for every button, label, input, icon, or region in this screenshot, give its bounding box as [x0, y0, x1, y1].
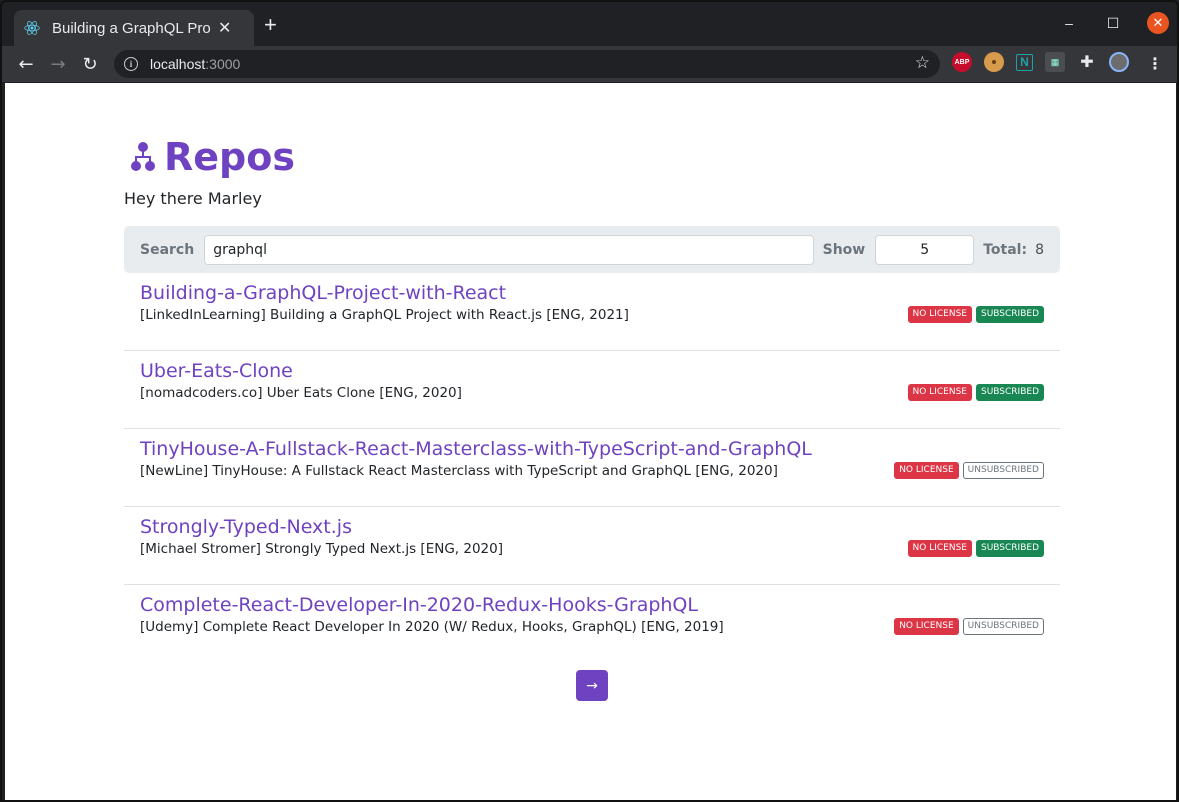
license-badge: NO LICENSE [907, 540, 972, 557]
repo-badges: NO LICENSE UNSUBSCRIBED [894, 462, 1044, 479]
react-icon [24, 20, 40, 36]
show-label: Show [822, 241, 866, 258]
browser-menu-icon[interactable]: ⋮ [1147, 54, 1163, 73]
total-count: 8 [1035, 241, 1044, 258]
license-badge: NO LICENSE [907, 306, 972, 323]
tab-strip: Building a GraphQL Proje ✕ + – ☐ ✕ [2, 2, 1177, 46]
search-input[interactable] [204, 234, 814, 265]
profile-avatar[interactable] [1109, 52, 1129, 72]
list-item: Uber-Eats-Clone [nomadcoders.co] Uber Ea… [124, 351, 1060, 429]
url-port: :3000 [205, 56, 241, 72]
browser-tab[interactable]: Building a GraphQL Proje ✕ [14, 10, 254, 46]
subscription-badge: UNSUBSCRIBED [962, 618, 1044, 635]
license-badge: NO LICENSE [907, 384, 972, 401]
adblock-extension-icon[interactable]: ABP [952, 52, 972, 72]
search-bar: Search Show Total: 8 [124, 226, 1060, 273]
cookie-extension-icon[interactable] [984, 52, 1004, 72]
search-label: Search [140, 241, 195, 258]
show-count-input[interactable] [875, 234, 975, 265]
browser-window: Building a GraphQL Proje ✕ + – ☐ ✕ ← → ↻… [0, 0, 1179, 802]
window-controls: – ☐ ✕ [1059, 12, 1169, 34]
page-header: Repos [130, 135, 295, 179]
list-item: Complete-React-Developer-In-2020-Redux-H… [124, 585, 1060, 663]
repo-link[interactable]: Uber-Eats-Clone [140, 359, 1044, 383]
repo-badges: NO LICENSE UNSUBSCRIBED [894, 618, 1044, 635]
sitemap-icon [130, 141, 156, 173]
window-close-icon[interactable]: ✕ [1147, 12, 1169, 34]
address-bar[interactable]: i localhost :3000 ☆ [114, 50, 940, 78]
back-arrow-icon[interactable]: ← [10, 48, 42, 80]
license-badge: NO LICENSE [894, 462, 959, 479]
list-item: Strongly-Typed-Next.js [Michael Stromer]… [124, 507, 1060, 585]
subscription-badge: UNSUBSCRIBED [962, 462, 1044, 479]
page-viewport: Repos Hey there Marley Search Show Total… [5, 83, 1176, 800]
tab-close-icon[interactable]: ✕ [218, 18, 231, 38]
repo-badges: NO LICENSE SUBSCRIBED [907, 540, 1044, 557]
browser-toolbar: ← → ↻ i localhost :3000 ☆ ABP N ▦ ✚ ⋮ [2, 46, 1177, 82]
total-label: Total: [983, 241, 1028, 258]
forward-arrow-icon[interactable]: → [42, 48, 74, 80]
repo-list: Building-a-GraphQL-Project-with-React [L… [124, 273, 1060, 663]
url-host: localhost [150, 56, 206, 72]
n-extension-icon[interactable]: N [1016, 53, 1033, 71]
tab-title: Building a GraphQL Proje [52, 19, 210, 37]
minimize-icon[interactable]: – [1059, 15, 1079, 31]
reload-icon[interactable]: ↻ [74, 48, 106, 80]
subscription-badge: SUBSCRIBED [975, 306, 1044, 323]
greeting-text: Hey there Marley [124, 189, 262, 208]
repo-badges: NO LICENSE SUBSCRIBED [907, 384, 1044, 401]
repo-link[interactable]: Strongly-Typed-Next.js [140, 515, 1044, 539]
puzzle-extensions-icon[interactable]: ✚ [1077, 52, 1097, 72]
bookmark-star-icon[interactable]: ☆ [915, 53, 930, 73]
page-title: Repos [164, 135, 295, 179]
license-badge: NO LICENSE [894, 618, 959, 635]
list-item: Building-a-GraphQL-Project-with-React [L… [124, 273, 1060, 351]
extensions-bar: ABP N ▦ ✚ [952, 52, 1129, 72]
next-page-button[interactable]: → [576, 670, 608, 701]
repo-link[interactable]: TinyHouse-A-Fullstack-React-Masterclass-… [140, 437, 1044, 461]
subscription-badge: SUBSCRIBED [975, 384, 1044, 401]
info-icon[interactable]: i [124, 57, 138, 71]
list-item: TinyHouse-A-Fullstack-React-Masterclass-… [124, 429, 1060, 507]
new-tab-button[interactable]: + [264, 14, 277, 36]
maximize-icon[interactable]: ☐ [1103, 15, 1123, 32]
grid-extension-icon[interactable]: ▦ [1045, 52, 1065, 72]
repo-badges: NO LICENSE SUBSCRIBED [907, 306, 1044, 323]
repo-link[interactable]: Building-a-GraphQL-Project-with-React [140, 281, 1044, 305]
repo-link[interactable]: Complete-React-Developer-In-2020-Redux-H… [140, 593, 1044, 617]
subscription-badge: SUBSCRIBED [975, 540, 1044, 557]
